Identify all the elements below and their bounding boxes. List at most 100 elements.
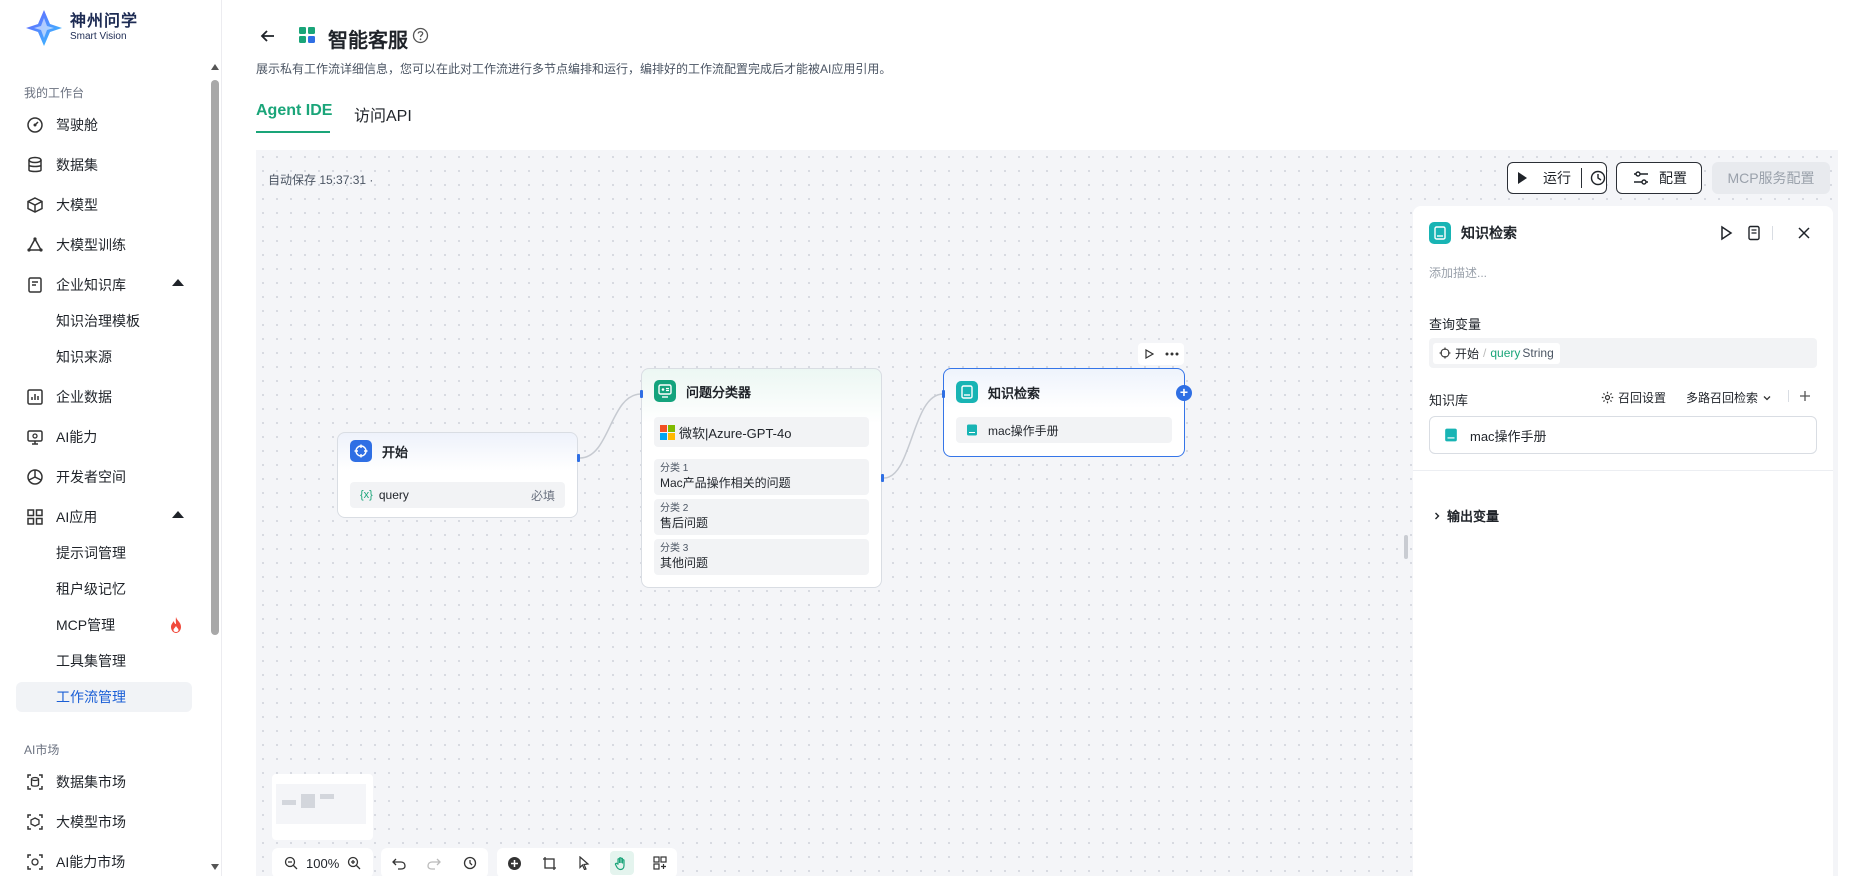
sidebar-item-model[interactable]: 大模型 — [16, 190, 192, 220]
autosave-status: 自动保存 15:37:31 · — [268, 173, 374, 187]
dashboard-icon — [26, 116, 44, 134]
close-icon[interactable] — [1796, 225, 1812, 241]
zoom-level: 100% — [306, 855, 340, 871]
logo[interactable]: 神州问学 Smart Vision — [24, 8, 138, 48]
section-ai-market: AI市场 — [24, 743, 60, 757]
query-var-field[interactable]: 开始 / query String — [1429, 338, 1817, 368]
sidebar-item-workflow[interactable]: 工作流管理 — [16, 682, 192, 712]
kb-input-port[interactable] — [942, 390, 945, 398]
layout-icon[interactable] — [651, 854, 669, 872]
knowledge-icon — [26, 276, 44, 294]
sliders-icon — [1634, 171, 1648, 185]
description-input[interactable]: 添加描述... — [1429, 264, 1487, 281]
frame-icon[interactable] — [540, 854, 558, 872]
output-vars-toggle[interactable]: 输出变量 — [1433, 506, 1499, 525]
sidebar-item-ai-app[interactable]: AI应用 — [16, 502, 192, 532]
node-start[interactable]: 开始 {x} query 必填 — [337, 432, 578, 518]
class-row-2[interactable]: 分类 2 售后问题 — [654, 499, 869, 535]
doc-icon[interactable] — [1746, 225, 1762, 241]
classifier-input-port[interactable] — [640, 390, 643, 398]
microsoft-icon — [660, 424, 675, 440]
scroll-thumb[interactable] — [211, 80, 219, 635]
tab-agent-ide[interactable]: Agent IDE — [256, 102, 332, 120]
add-icon[interactable] — [1799, 390, 1811, 402]
fire-icon — [171, 617, 181, 633]
sidebar-item-dataset-market[interactable]: 数据集市场 — [16, 767, 192, 797]
sidebar-item-model-market[interactable]: 大模型市场 — [16, 807, 192, 837]
sidebar-item-dashboard[interactable]: 驾驶舱 — [16, 110, 192, 140]
run-button[interactable]: 运行 — [1507, 162, 1607, 194]
sidebar-item-memory[interactable]: 租户级记忆 — [16, 574, 192, 604]
node-classifier-title: 问题分类器 — [686, 384, 752, 400]
page-description: 展示私有工作流详细信息，您可以在此对工作流进行多节点编排和运行，编排好的工作流配… — [256, 62, 892, 76]
play-icon — [1518, 172, 1527, 184]
training-icon — [26, 236, 44, 254]
classifier-icon — [654, 380, 676, 402]
sidebar-item-knowledge[interactable]: 企业知识库 — [16, 270, 192, 300]
sidebar-item-enterprise-data[interactable]: 企业数据 — [16, 382, 192, 412]
mcp-config-button[interactable]: MCP服务配置 — [1712, 162, 1830, 194]
chart-icon — [26, 388, 44, 406]
pointer-icon[interactable] — [575, 854, 593, 872]
hand-icon[interactable] — [609, 851, 634, 875]
crosshair-icon — [350, 440, 372, 462]
play-outline-icon[interactable] — [1144, 349, 1154, 359]
recall-settings-link[interactable]: 召回设置 — [1601, 389, 1666, 406]
sidebar-item-mcp[interactable]: MCP管理 — [16, 610, 192, 640]
kb-node-item[interactable]: mac操作手册 — [956, 417, 1172, 443]
node-config-panel: 知识检索 添加描述... 查询变量 开始 / query String 知识库 … — [1413, 206, 1833, 876]
redo-icon[interactable] — [425, 854, 443, 872]
arrow-left-icon — [260, 30, 274, 42]
add-circle-icon[interactable] — [505, 854, 523, 872]
panel-title: 知识检索 — [1461, 225, 1517, 241]
sidebar-item-toolset[interactable]: 工具集管理 — [16, 646, 192, 676]
undo-icon[interactable] — [390, 854, 408, 872]
apps-icon — [26, 508, 44, 526]
back-button[interactable] — [256, 24, 280, 48]
panel-resize-handle[interactable] — [1404, 535, 1408, 559]
multi-recall-dropdown[interactable]: 多路召回检索 — [1686, 389, 1772, 406]
node-knowledge[interactable]: 知识检索 mac操作手册 — [943, 368, 1185, 457]
config-button[interactable]: 配置 — [1616, 162, 1702, 194]
run-node-icon[interactable] — [1718, 225, 1734, 241]
sidebar-item-prompt[interactable]: 提示词管理 — [16, 538, 192, 568]
sidebar-item-dataset[interactable]: 数据集 — [16, 150, 192, 180]
classifier-output-port[interactable] — [881, 474, 884, 482]
sidebar-item-ai-market[interactable]: AI能力市场 — [16, 847, 192, 876]
scroll-up-arrow[interactable] — [211, 64, 219, 70]
run-history-icon[interactable] — [1590, 170, 1606, 186]
zoom-in-icon[interactable] — [345, 854, 363, 872]
chevron-up-icon — [172, 279, 184, 286]
zoom-toolbar: 100% — [272, 848, 373, 876]
add-node-handle[interactable]: + — [1176, 385, 1192, 401]
book-icon — [956, 381, 978, 403]
node-classifier[interactable]: 问题分类器 微软|Azure-GPT-4o 分类 1 Mac产品操作相关的问题 … — [641, 368, 882, 588]
minimap[interactable] — [272, 774, 373, 840]
history-icon[interactable] — [461, 854, 479, 872]
sidebar-item-developer[interactable]: 开发者空间 — [16, 462, 192, 492]
tab-access-api[interactable]: 访问API — [354, 102, 412, 126]
zoom-out-icon[interactable] — [282, 854, 300, 872]
developer-icon — [26, 468, 44, 486]
sidebar-item-kb-template[interactable]: 知识治理模板 — [16, 306, 192, 336]
book-icon — [1445, 428, 1457, 442]
more-icon[interactable] — [1165, 352, 1179, 356]
scroll-down-arrow[interactable] — [211, 864, 219, 870]
start-var-row[interactable]: {x} query 必填 — [350, 482, 565, 508]
sidebar-item-ai-ability[interactable]: AI能力 — [16, 422, 192, 452]
book-icon — [967, 424, 977, 436]
page-title: 智能客服 — [328, 30, 408, 52]
sidebar-scrollbar[interactable] — [209, 60, 221, 876]
chevron-right-icon — [1435, 512, 1440, 519]
start-output-port[interactable] — [577, 454, 580, 462]
kb-selected-item[interactable]: mac操作手册 — [1429, 416, 1817, 454]
sidebar: 神州问学 Smart Vision 我的工作台 驾驶舱 数据集 大模型 大模型训… — [0, 0, 222, 876]
sidebar-item-training[interactable]: 大模型训练 — [16, 230, 192, 260]
class-row-1[interactable]: 分类 1 Mac产品操作相关的问题 — [654, 459, 869, 495]
section-my-workspace: 我的工作台 — [24, 86, 85, 100]
sidebar-item-kb-source[interactable]: 知识来源 — [16, 342, 192, 372]
query-var-tag: 开始 / query String — [1433, 342, 1560, 364]
model-selector[interactable]: 微软|Azure-GPT-4o — [654, 417, 869, 447]
class-row-3[interactable]: 分类 3 其他问题 — [654, 539, 869, 575]
help-icon[interactable] — [412, 27, 429, 44]
